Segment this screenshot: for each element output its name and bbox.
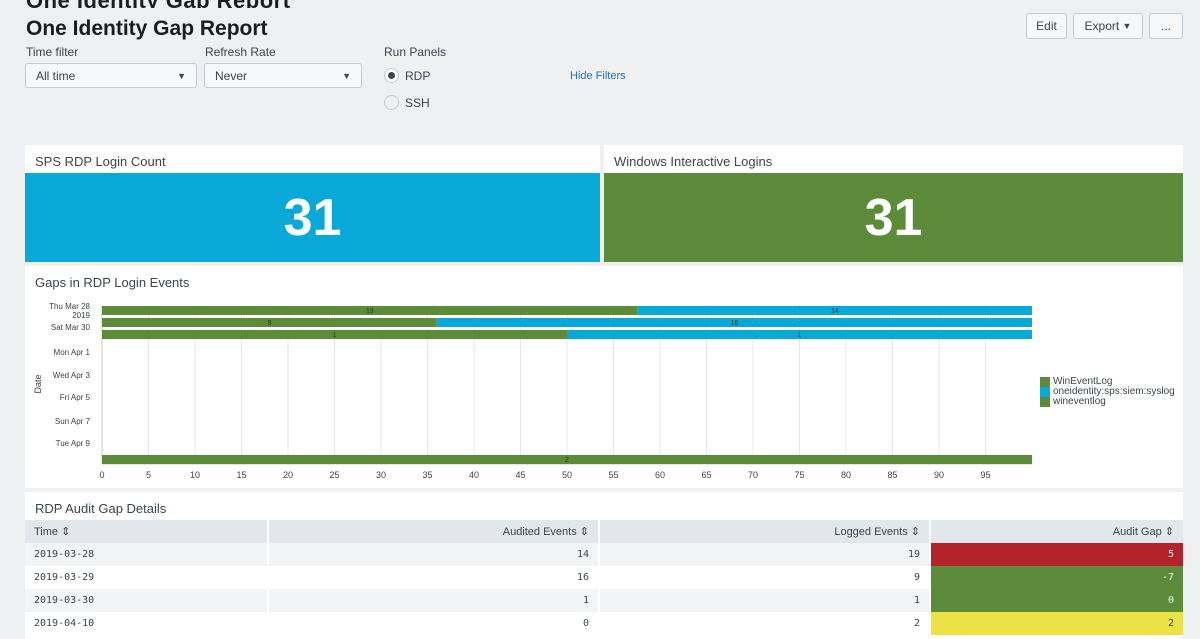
cell-logged: 2	[599, 612, 931, 635]
header-actions: Edit Export ▼ ...	[1026, 13, 1183, 39]
caret-down-icon: ▼	[1122, 21, 1132, 31]
panel-title: Gaps in RDP Login Events	[35, 275, 190, 290]
column-header-gap[interactable]: Audit Gap ⇕	[930, 520, 1183, 543]
dashboard-header: One Identity Gap Report Edit Export ▼ ..…	[0, 0, 1200, 138]
export-button[interactable]: Export ▼	[1073, 13, 1143, 39]
cell-audited: 1	[268, 589, 600, 612]
refresh-rate-value: Never	[215, 68, 248, 83]
sps-rdp-login-count: 31	[25, 173, 600, 262]
cell-audit-gap: 5	[930, 543, 1183, 566]
table-row[interactable]: 2019-04-10 0 2 2	[25, 612, 1183, 635]
panel-title: SPS RDP Login Count	[35, 154, 166, 169]
cell-audited: 0	[268, 612, 600, 635]
page-title: One Identity Gap Report	[26, 17, 268, 40]
cell-logged: 1	[599, 589, 931, 612]
radio-ssh[interactable]: SSH	[384, 95, 430, 110]
windows-logins-count: 31	[604, 173, 1183, 262]
cell-audit-gap: 2	[930, 612, 1183, 635]
windows-logins-panel: Windows Interactive Logins 31	[604, 145, 1183, 262]
refresh-rate-select[interactable]: Never ▼	[204, 63, 362, 88]
cell-logged: 19	[599, 543, 931, 566]
cell-audited: 16	[268, 566, 600, 589]
table-header-row: Time ⇕ Audited Events ⇕ Logged Events ⇕ …	[25, 520, 1183, 543]
time-filter-value: All time	[36, 68, 76, 83]
refresh-rate-label: Refresh Rate	[205, 45, 276, 59]
more-actions-button[interactable]: ...	[1149, 13, 1183, 39]
legend-swatch	[1040, 387, 1050, 397]
gaps-chart-panel: Gaps in RDP Login Events	[25, 266, 1183, 488]
cell-audit-gap: -7	[930, 566, 1183, 589]
panel-title: Windows Interactive Logins	[614, 154, 773, 169]
radio-ssh-label: SSH	[405, 95, 430, 110]
table-row[interactable]: 2019-03-30 1 1 0	[25, 589, 1183, 612]
cell-time: 2019-04-10	[25, 612, 269, 635]
radio-rdp[interactable]: RDP	[384, 68, 430, 83]
run-panels-label: Run Panels	[384, 45, 447, 59]
cell-time: 2019-03-30	[25, 589, 269, 612]
cell-audited: 14	[268, 543, 600, 566]
time-filter-label: Time filter	[26, 45, 79, 59]
table-row[interactable]: 2019-03-28 14 19 5	[25, 543, 1183, 566]
time-filter-select[interactable]: All time ▼	[25, 63, 197, 88]
export-label: Export	[1084, 19, 1120, 33]
legend-swatch	[1040, 397, 1050, 407]
sps-rdp-login-panel: SPS RDP Login Count 31	[25, 145, 600, 262]
legend-swatch	[1040, 377, 1050, 387]
column-header-time[interactable]: Time ⇕	[25, 520, 269, 543]
caret-down-icon: ▼	[342, 70, 351, 81]
cell-time: 2019-03-28	[25, 543, 269, 566]
legend-label: wineventlog	[1053, 396, 1106, 407]
panel-title: RDP Audit Gap Details	[35, 501, 167, 516]
caret-down-icon: ▼	[177, 70, 186, 81]
radio-selected-icon	[384, 68, 399, 83]
radio-rdp-label: RDP	[405, 68, 431, 83]
cell-audit-gap: 0	[930, 589, 1183, 612]
column-header-logged[interactable]: Logged Events ⇕	[599, 520, 931, 543]
cell-logged: 9	[599, 566, 931, 589]
legend-item[interactable]: wineventlog	[1040, 397, 1175, 407]
edit-button[interactable]: Edit	[1026, 13, 1067, 39]
table-row[interactable]: 2019-03-29 16 9 -7	[25, 566, 1183, 589]
cell-time: 2019-03-29	[25, 566, 269, 589]
chart-legend: WinEventLog oneidentity:sps:siem:syslog wi…	[1040, 377, 1175, 407]
audit-gap-table: Time ⇕ Audited Events ⇕ Logged Events ⇕ …	[25, 520, 1183, 635]
radio-unselected-icon	[384, 95, 399, 110]
hide-filters-link[interactable]: Hide Filters	[570, 70, 626, 82]
column-header-audited[interactable]: Audited Events ⇕	[268, 520, 600, 543]
